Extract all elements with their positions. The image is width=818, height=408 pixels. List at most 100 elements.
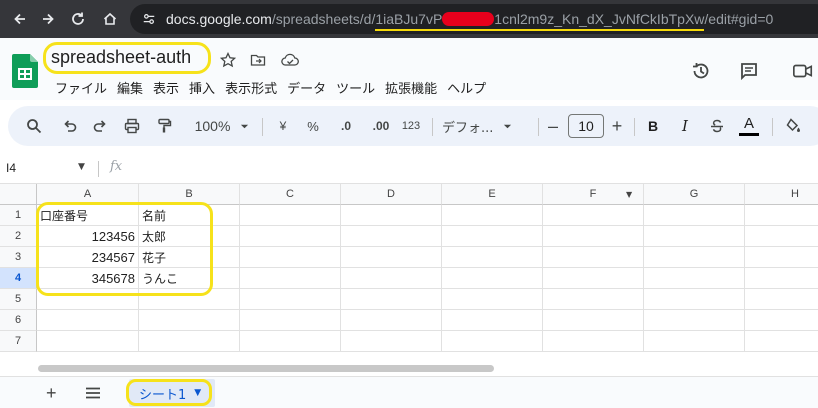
column-header-h[interactable]: H <box>745 184 818 205</box>
redo-icon[interactable] <box>88 106 112 146</box>
empty-cell[interactable] <box>644 205 745 226</box>
row-header-7[interactable]: 7 <box>0 331 37 352</box>
row-header-1[interactable]: 1 <box>0 205 37 226</box>
empty-cell[interactable] <box>644 331 745 352</box>
empty-cell[interactable] <box>745 268 818 289</box>
bold-button[interactable]: B <box>642 106 664 146</box>
empty-cell[interactable] <box>341 268 442 289</box>
menu-help[interactable]: ヘルプ <box>442 78 491 97</box>
row-header-5[interactable]: 5 <box>0 289 37 310</box>
sheets-logo-icon[interactable] <box>12 54 38 88</box>
empty-cell[interactable] <box>543 247 644 268</box>
all-sheets-icon[interactable] <box>85 387 101 399</box>
undo-icon[interactable] <box>58 106 82 146</box>
horizontal-scrollbar[interactable] <box>38 365 494 372</box>
menu-view[interactable]: 表示 <box>148 78 184 97</box>
empty-cell[interactable] <box>442 205 543 226</box>
empty-cell[interactable] <box>240 205 341 226</box>
decrease-decimal-button[interactable]: .0 <box>332 106 360 146</box>
empty-cell[interactable] <box>442 310 543 331</box>
increase-decimal-button[interactable]: .00 <box>364 106 398 146</box>
site-info-icon[interactable] <box>142 12 156 26</box>
menu-extensions[interactable]: 拡張機能 <box>380 78 442 97</box>
empty-cell[interactable] <box>442 289 543 310</box>
empty-cell[interactable] <box>442 226 543 247</box>
empty-cell[interactable] <box>442 331 543 352</box>
menu-edit[interactable]: 編集 <box>112 78 148 97</box>
star-icon[interactable] <box>218 50 238 70</box>
empty-cell[interactable] <box>442 247 543 268</box>
zoom-select[interactable]: 100% <box>186 106 258 146</box>
empty-cell[interactable] <box>341 310 442 331</box>
empty-cell[interactable] <box>644 268 745 289</box>
empty-cell[interactable] <box>37 310 139 331</box>
cloud-status-icon[interactable] <box>280 50 300 70</box>
empty-cell[interactable] <box>745 247 818 268</box>
name-box-dropdown-icon[interactable]: ▼ <box>78 162 85 172</box>
version-history-icon[interactable] <box>688 58 714 84</box>
currency-format-button[interactable]: ¥ <box>272 106 294 146</box>
text-color-button[interactable]: A <box>738 106 760 146</box>
menu-data[interactable]: データ <box>282 78 331 97</box>
empty-cell[interactable] <box>745 310 818 331</box>
print-icon[interactable] <box>120 106 144 146</box>
empty-cell[interactable] <box>341 226 442 247</box>
empty-cell[interactable] <box>240 310 341 331</box>
row-header-4[interactable]: 4 <box>0 268 37 289</box>
empty-cell[interactable] <box>139 331 240 352</box>
row-header-6[interactable]: 6 <box>0 310 37 331</box>
reload-icon[interactable] <box>62 3 94 35</box>
column-header-e[interactable]: E <box>442 184 543 205</box>
row-header-3[interactable]: 3 <box>0 247 37 268</box>
search-menus-icon[interactable] <box>22 106 46 146</box>
empty-cell[interactable] <box>543 310 644 331</box>
empty-cell[interactable] <box>543 226 644 247</box>
move-folder-icon[interactable] <box>248 50 268 70</box>
empty-cell[interactable] <box>341 247 442 268</box>
empty-cell[interactable] <box>442 268 543 289</box>
empty-cell[interactable] <box>543 205 644 226</box>
select-all-corner[interactable] <box>0 184 37 205</box>
increase-font-size-icon[interactable]: + <box>608 106 626 146</box>
menu-insert[interactable]: 挿入 <box>184 78 220 97</box>
meet-icon[interactable] <box>790 58 816 84</box>
empty-cell[interactable] <box>644 247 745 268</box>
more-formats-button[interactable]: 123 <box>398 106 424 146</box>
empty-cell[interactable] <box>745 331 818 352</box>
empty-cell[interactable] <box>240 247 341 268</box>
fill-color-icon[interactable] <box>782 106 804 146</box>
empty-cell[interactable] <box>240 289 341 310</box>
empty-cell[interactable] <box>240 268 341 289</box>
strikethrough-icon[interactable] <box>706 106 728 146</box>
empty-cell[interactable] <box>543 289 644 310</box>
empty-cell[interactable] <box>543 268 644 289</box>
empty-cell[interactable] <box>341 205 442 226</box>
address-bar[interactable]: docs.google.com/spreadsheets/d/1iaBJu7vP… <box>130 4 818 34</box>
empty-cell[interactable] <box>644 226 745 247</box>
menu-file[interactable]: ファイル <box>50 78 112 97</box>
empty-cell[interactable] <box>644 289 745 310</box>
empty-cell[interactable] <box>37 331 139 352</box>
font-size-input[interactable]: 10 <box>568 114 604 138</box>
comments-icon[interactable] <box>736 58 762 84</box>
column-header-c[interactable]: C <box>240 184 341 205</box>
add-sheet-button[interactable]: + <box>46 383 57 404</box>
font-family-select[interactable]: デフォ... <box>442 106 528 146</box>
italic-button[interactable]: I <box>674 106 696 146</box>
empty-cell[interactable] <box>240 331 341 352</box>
column-header-d[interactable]: D <box>341 184 442 205</box>
empty-cell[interactable] <box>543 331 644 352</box>
name-box[interactable]: I4 <box>6 161 16 175</box>
paint-format-icon[interactable] <box>152 106 176 146</box>
empty-cell[interactable] <box>240 226 341 247</box>
percent-format-button[interactable]: % <box>302 106 324 146</box>
row-header-2[interactable]: 2 <box>0 226 37 247</box>
empty-cell[interactable] <box>139 310 240 331</box>
column-header-g[interactable]: G <box>644 184 745 205</box>
empty-cell[interactable] <box>644 310 745 331</box>
menu-format[interactable]: 表示形式 <box>220 78 282 97</box>
empty-cell[interactable] <box>745 226 818 247</box>
decrease-font-size-icon[interactable]: – <box>544 106 562 146</box>
empty-cell[interactable] <box>745 289 818 310</box>
empty-cell[interactable] <box>745 205 818 226</box>
